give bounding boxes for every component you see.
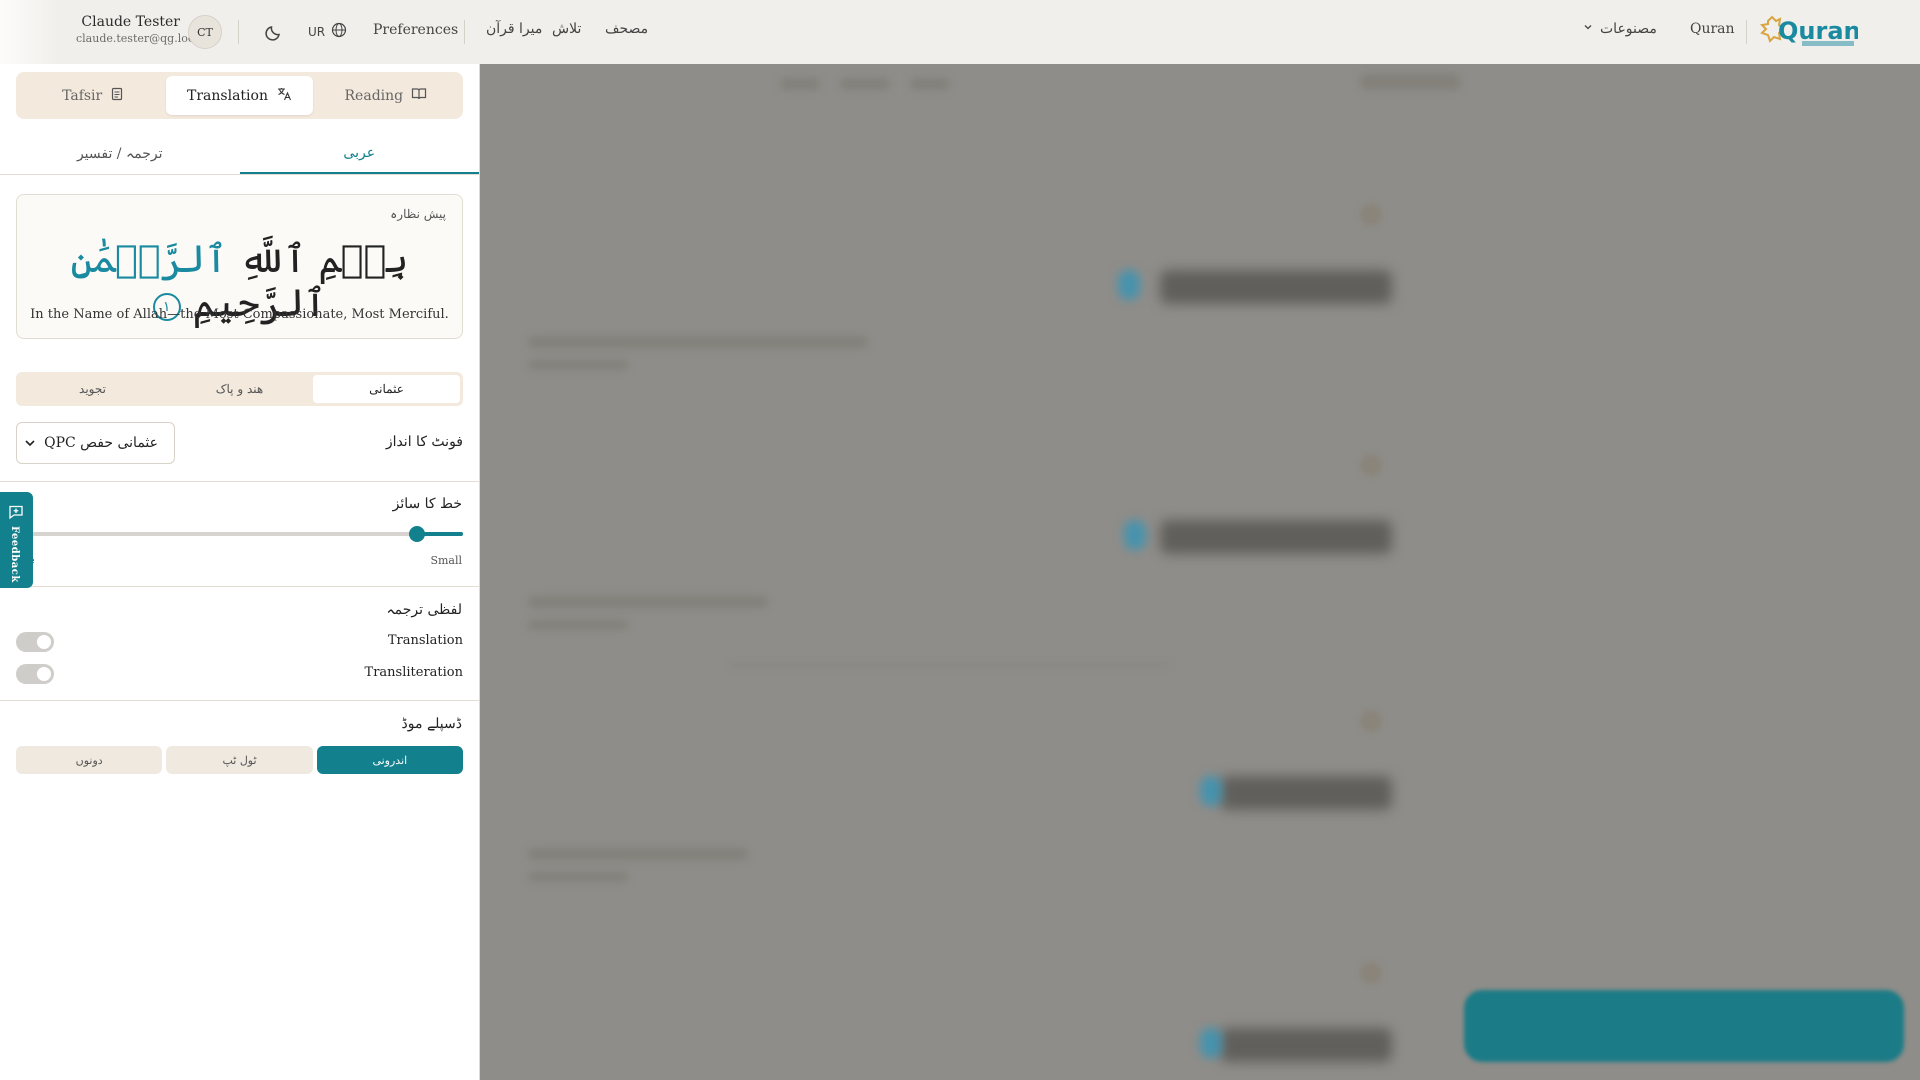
divider: [0, 700, 479, 701]
language-code: UR: [308, 24, 326, 39]
message-plus-icon: [8, 504, 24, 520]
header-divider: [238, 20, 239, 44]
preferences-link[interactable]: Preferences: [373, 22, 458, 38]
tab-translation-label: Translation: [187, 87, 268, 104]
header-divider: [1746, 20, 1747, 44]
background-page: [480, 64, 1920, 1080]
tab-reading-label: Reading: [344, 87, 404, 104]
divider: [0, 481, 479, 482]
reading-mode-tabs: Tafsir Translation Reading: [16, 72, 463, 119]
nav-mushaf[interactable]: مصحف: [605, 21, 648, 37]
moon-icon[interactable]: [262, 20, 286, 44]
avatar[interactable]: CT: [188, 15, 222, 49]
tab-tafsir-label: Tafsir: [62, 87, 103, 104]
globe-icon: [331, 22, 347, 41]
display-both-button[interactable]: دونوں: [16, 746, 163, 774]
user-info[interactable]: Claude Tester claude.tester@qg.local: [76, 14, 205, 45]
tab-arabic[interactable]: عربی: [239, 133, 479, 174]
header-left-fade: [0, 0, 60, 64]
font-size-slider-track[interactable]: [0, 532, 463, 536]
wbw-transliteration-row: Transliteration: [16, 662, 463, 686]
wbw-transliteration-label: Transliteration: [364, 665, 463, 680]
font-style-value: QPC عثمانی حفص: [44, 435, 158, 451]
quran-link[interactable]: Quran: [1690, 21, 1735, 37]
tab-tafsir[interactable]: Tafsir: [20, 76, 166, 115]
display-inline-button[interactable]: اندرونی: [316, 746, 463, 774]
wbw-translation-toggle[interactable]: [16, 632, 54, 652]
wbw-translation-row: Translation: [16, 630, 463, 654]
arabic-start: بِسۡمِ ٱللَّهِ: [239, 237, 409, 281]
display-tooltip-button[interactable]: ٹول ٹپ: [166, 746, 313, 774]
tab-translation-tafsir[interactable]: ترجمہ / تفسیر: [0, 133, 240, 174]
user-name: Claude Tester: [81, 14, 180, 30]
document-icon: [110, 87, 124, 105]
display-mode-buttons: اندرونی ٹول ٹپ دونوں: [16, 746, 463, 774]
nav-my-quran[interactable]: میرا قرآن: [486, 21, 542, 37]
products-dropdown[interactable]: مصنوعات: [1582, 21, 1657, 37]
quran-logo[interactable]: Quran: [1758, 13, 1861, 51]
preview-translation: In the Name of Allah—the Most Compassion…: [30, 307, 449, 322]
font-style-label: فونٹ کا انداز: [385, 434, 463, 450]
word-by-word-label: لفظی ترجمہ: [386, 602, 462, 618]
tab-tajweed[interactable]: تجوید: [19, 375, 166, 403]
content-tabs: ترجمہ / تفسیر عربی: [0, 133, 479, 175]
font-size-small-label: Small: [430, 554, 462, 567]
wbw-transliteration-toggle[interactable]: [16, 664, 54, 684]
user-email: claude.tester@qg.local: [76, 32, 205, 45]
settings-panel: Tafsir Translation Reading ترجمہ / تفسیر…: [0, 64, 480, 1080]
logo-text: Quran: [1778, 17, 1858, 45]
tab-reading[interactable]: Reading: [313, 76, 459, 115]
chevron-down-icon: [23, 436, 37, 450]
font-style-select[interactable]: QPC عثمانی حفص: [16, 422, 175, 464]
preview-box: پیش نظارہ بِسۡمِ ٱللَّهِ ٱلرَّحۡمَٰنِ ٱل…: [16, 194, 463, 339]
display-mode-label: ڈسپلے موڈ: [401, 716, 462, 732]
feedback-button[interactable]: Feedback: [0, 492, 33, 588]
translate-icon: [276, 86, 292, 106]
script-style-tabs: عثمانی ھند و پاک تجوید: [16, 372, 463, 406]
book-icon: [411, 87, 427, 105]
divider: [0, 586, 479, 587]
tab-indopak[interactable]: ھند و پاک: [166, 375, 313, 403]
tab-translation[interactable]: Translation: [166, 76, 313, 115]
font-size-label: خط کا سائز: [392, 496, 462, 512]
wbw-translation-label: Translation: [387, 633, 463, 648]
top-header: Claude Tester claude.tester@qg.local CT …: [0, 0, 1920, 64]
tab-uthmani[interactable]: عثمانی: [313, 375, 460, 403]
preview-label: پیش نظارہ: [390, 207, 446, 221]
header-divider: [464, 20, 465, 44]
products-label: مصنوعات: [1600, 21, 1657, 37]
language-selector[interactable]: UR: [308, 22, 347, 41]
feedback-label: Feedback: [9, 526, 20, 583]
nav-search[interactable]: تلاش: [552, 21, 581, 37]
font-size-slider-thumb[interactable]: [408, 526, 425, 542]
font-style-row: فونٹ کا انداز QPC عثمانی حفص: [16, 422, 463, 464]
arabic-highlight: ٱلرَّحۡمَٰنِ: [70, 237, 228, 281]
audio-player-bar: [1464, 990, 1904, 1062]
chevron-down-icon: [1582, 21, 1594, 37]
